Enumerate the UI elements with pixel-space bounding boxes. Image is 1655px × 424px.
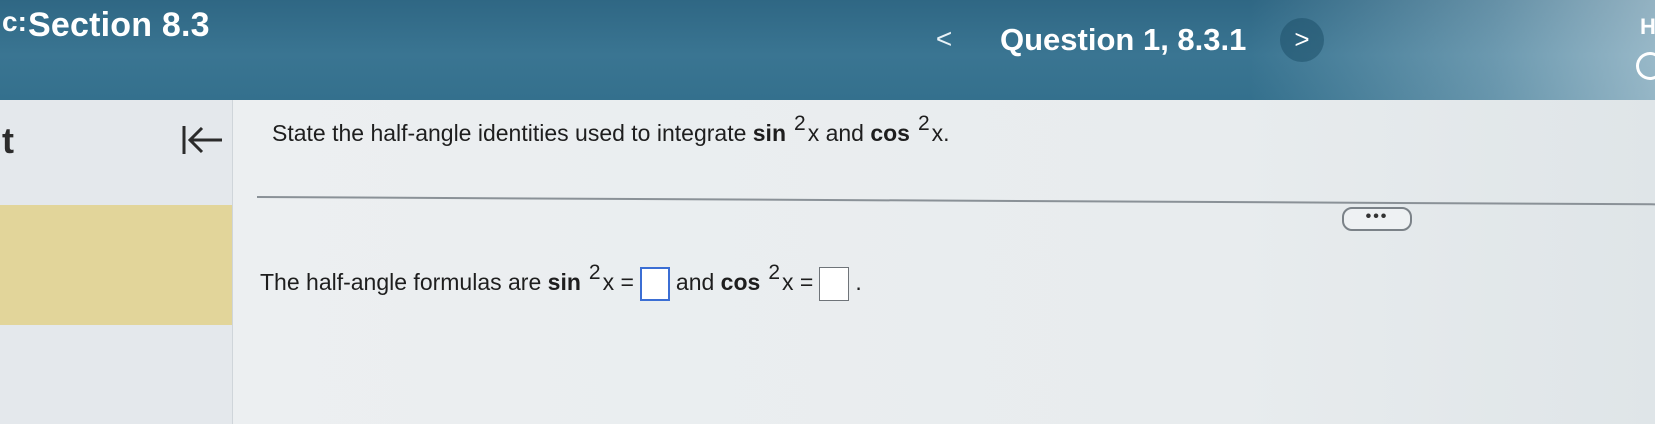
sin-squared-answer-input[interactable] bbox=[639, 267, 670, 301]
answer-var-1: x = bbox=[602, 269, 634, 296]
answer-var-2: x = bbox=[782, 269, 814, 296]
collapse-left-arrow-icon bbox=[182, 126, 222, 154]
answer-statement: The half-angle formulas are sin 2x = and c… bbox=[260, 261, 862, 301]
section-title: Section 8.3 bbox=[28, 6, 210, 44]
answer-exponent-2: 2 bbox=[768, 261, 780, 285]
prompt-func-cos: cos bbox=[870, 120, 910, 146]
prompt-func-sin: sin bbox=[752, 120, 786, 146]
answer-lead: The half-angle formulas are bbox=[260, 269, 548, 296]
sidebar-highlight-band bbox=[0, 205, 232, 325]
next-question-button[interactable]: > bbox=[1280, 18, 1324, 62]
answer-exponent-1: 2 bbox=[588, 261, 601, 285]
answer-end: . bbox=[855, 269, 862, 296]
prompt-lead: State the half-angle identities used to … bbox=[272, 120, 753, 146]
prompt-exponent-1: 2 bbox=[794, 112, 806, 135]
prompt-exponent-2: 2 bbox=[917, 112, 930, 135]
question-prompt: State the half-angle identities used to … bbox=[272, 112, 950, 147]
answer-func-cos: cos bbox=[720, 269, 761, 296]
cos-squared-answer-input[interactable] bbox=[819, 267, 850, 301]
prompt-var-2: x. bbox=[931, 120, 950, 146]
question-title: Question 1, 8.3.1 bbox=[1000, 22, 1247, 57]
question-content-area bbox=[233, 100, 1655, 424]
top-header-bar: c: Section 8.3 < Question 1, 8.3.1 > H bbox=[0, 0, 1655, 100]
header-left-glyph: c: bbox=[2, 6, 27, 37]
sidebar-letter: t bbox=[2, 120, 14, 161]
collapse-panel-button[interactable] bbox=[178, 120, 234, 160]
more-options-button[interactable]: ••• bbox=[1342, 207, 1412, 231]
previous-question-button[interactable]: < bbox=[930, 22, 958, 56]
answer-func-sin: sin bbox=[547, 269, 581, 296]
prompt-var-1: x and bbox=[807, 120, 871, 146]
header-right-letter[interactable]: H bbox=[1640, 14, 1655, 40]
answer-middle: and bbox=[675, 269, 721, 296]
